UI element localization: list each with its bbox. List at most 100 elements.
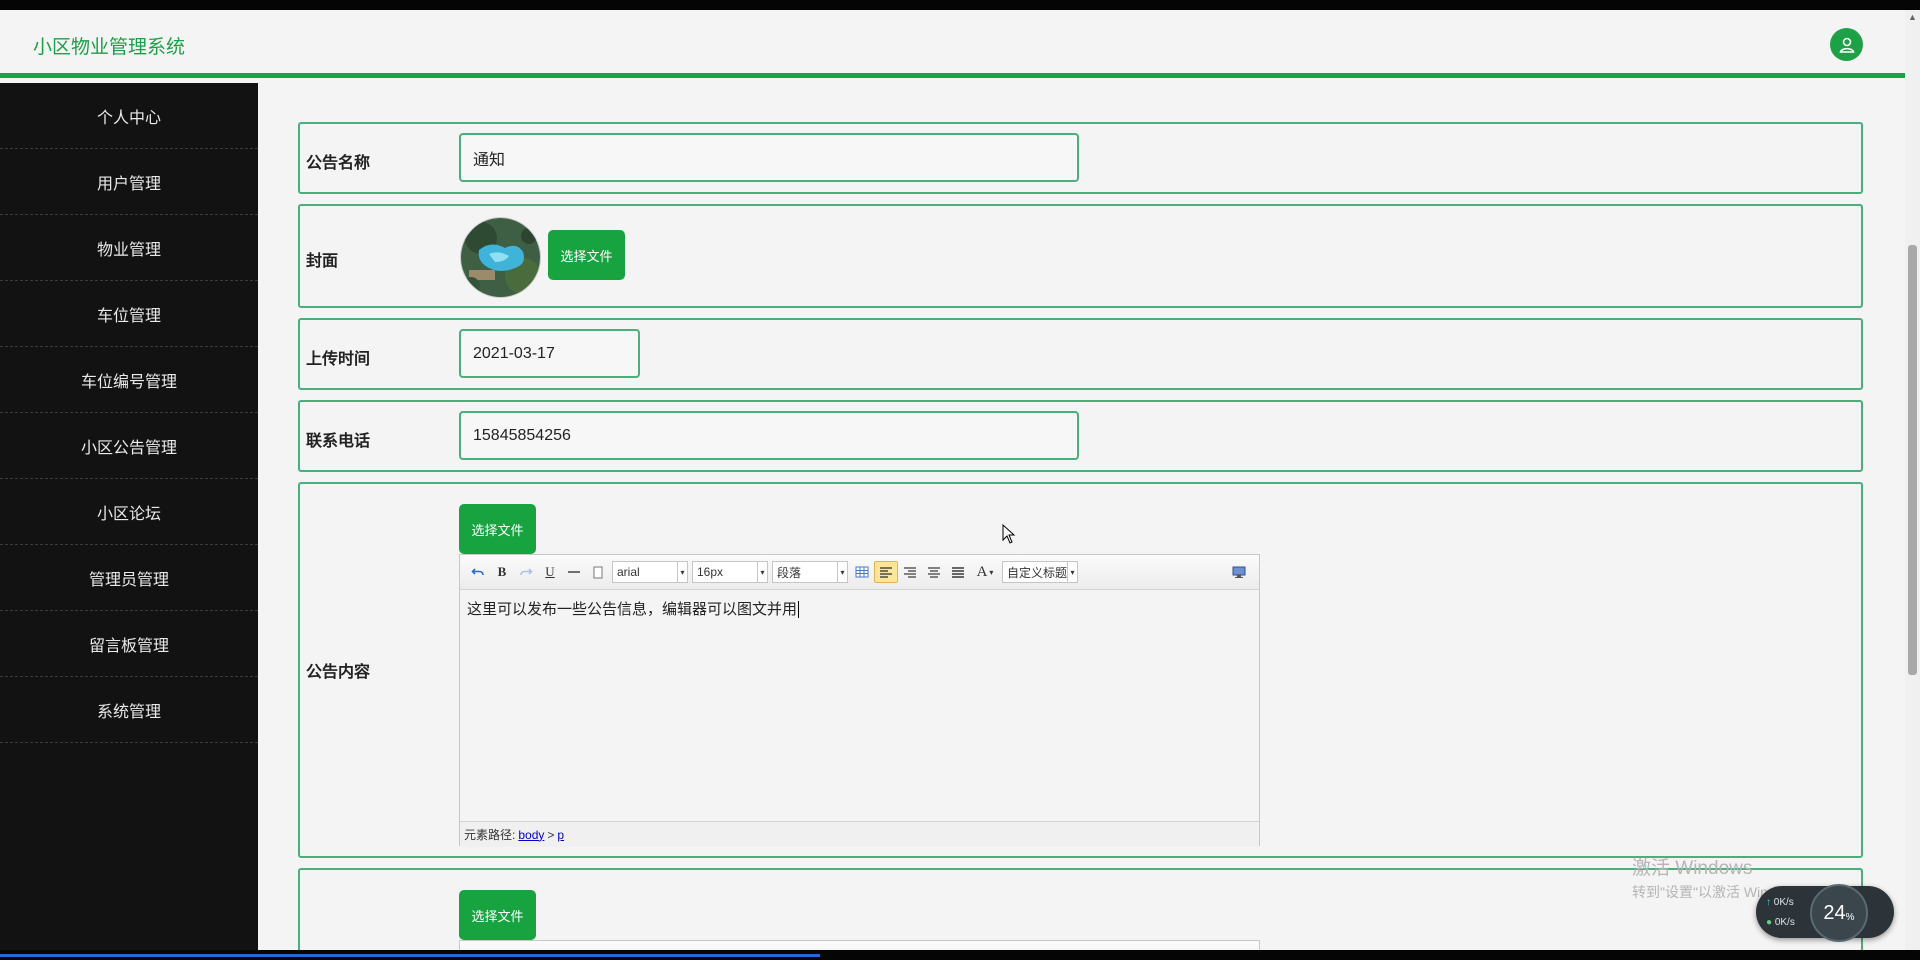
table-button[interactable] [850, 561, 874, 583]
download-arrow-icon: ● [1766, 917, 1773, 928]
font-size-select[interactable]: 16px ▾ [692, 561, 768, 583]
header: 小区物业管理系统 [0, 10, 1905, 78]
sidebar-item-label: 小区论坛 [96, 505, 161, 523]
align-right-icon [904, 567, 916, 578]
form-row-next: 选择文件 [298, 868, 1863, 950]
scroll-up-icon[interactable]: ▲ [1908, 12, 1917, 22]
sidebar-item-property-management[interactable]: 物业管理 [0, 215, 258, 281]
sidebar-item-label: 个人中心 [96, 109, 161, 127]
sidebar-item-label: 小区公告管理 [80, 439, 177, 457]
chevron-down-icon: ▾ [677, 562, 687, 582]
sidebar-item-user-management[interactable]: 用户管理 [0, 149, 258, 215]
content-choose-file-button[interactable]: 选择文件 [459, 504, 536, 554]
sidebar-item-system-management[interactable]: 系统管理 [0, 677, 258, 743]
align-right-button[interactable] [898, 561, 922, 583]
font-color-button[interactable]: A ▾ [970, 561, 1000, 583]
cover-choose-file-button[interactable]: 选择文件 [548, 230, 625, 280]
upload-arrow-icon: ↑ [1766, 897, 1771, 908]
taskbar-progress-line [0, 954, 820, 957]
paste-button[interactable] [586, 561, 610, 583]
fullscreen-button[interactable] [1227, 561, 1251, 583]
editor-content-area[interactable]: 这里可以发布一些公告信息，编辑器可以图文并用 [460, 590, 1259, 821]
redo-button[interactable] [514, 561, 538, 583]
top-black-strip [0, 0, 1920, 10]
chevron-down-icon: ▾ [757, 562, 767, 582]
undo-button[interactable] [466, 561, 490, 583]
justify-button[interactable] [946, 561, 970, 583]
element-path-body-link[interactable]: body [518, 828, 544, 842]
form-row-upload-time: 上传时间 2021-03-17 [298, 318, 1863, 390]
underline-button[interactable]: U [538, 561, 562, 583]
avatar[interactable] [1830, 28, 1863, 61]
cover-image [460, 217, 541, 298]
sidebar: 个人中心 用户管理 物业管理 车位管理 车位编号管理 小区公告管理 小区论坛 管… [0, 83, 258, 950]
horizontal-rule-button[interactable] [562, 561, 586, 583]
app-title: 小区物业管理系统 [33, 37, 186, 58]
redo-icon [520, 568, 533, 576]
cover-label: 封面 [306, 253, 339, 270]
element-path-prefix: 元素路径: [464, 828, 516, 842]
paste-icon [593, 566, 603, 579]
align-left-icon [880, 567, 892, 578]
download-speed: ● 0K/s [1766, 917, 1795, 928]
sidebar-item-label: 物业管理 [96, 241, 161, 259]
next-choose-file-button[interactable]: 选择文件 [459, 890, 536, 940]
phone-input[interactable]: 15845854256 [459, 411, 1079, 460]
upload-time-label: 上传时间 [306, 351, 371, 368]
sidebar-item-announcement-management[interactable]: 小区公告管理 [0, 413, 258, 479]
content-label: 公告内容 [306, 664, 371, 681]
memory-usage-gauge[interactable]: 24% [1810, 884, 1868, 942]
form-row-cover: 封面 选择文件 [298, 204, 1863, 308]
sidebar-item-label: 系统管理 [96, 703, 161, 721]
fullscreen-icon [1232, 566, 1246, 578]
user-icon [1839, 37, 1854, 53]
bold-button[interactable]: B [490, 561, 514, 583]
table-icon [855, 566, 869, 578]
phone-label: 联系电话 [306, 433, 371, 450]
page-scrollbar[interactable]: ▲ [1905, 10, 1920, 950]
form-row-content: 公告内容 选择文件 B U arial ▾ 16px ▾ 段落 ▾ A ▾ 自定… [298, 482, 1863, 858]
mouse-cursor-icon [1002, 524, 1016, 544]
sidebar-item-parking-management[interactable]: 车位管理 [0, 281, 258, 347]
paragraph-select[interactable]: 段落 ▾ [772, 561, 848, 583]
sidebar-item-label: 车位管理 [96, 307, 161, 325]
justify-icon [952, 567, 964, 578]
align-center-icon [928, 567, 940, 578]
sidebar-item-label: 管理员管理 [88, 571, 169, 589]
element-path-separator: > [547, 827, 555, 842]
upload-time-input[interactable]: 2021-03-17 [459, 329, 640, 378]
editor-text: 这里可以发布一些公告信息，编辑器可以图文并用 [467, 601, 798, 618]
element-path-p-link[interactable]: p [557, 828, 564, 842]
form-row-phone: 联系电话 15845854256 [298, 400, 1863, 472]
font-color-glyph: A [976, 563, 988, 580]
editor-toolbar-2 [460, 941, 1259, 950]
align-center-button[interactable] [922, 561, 946, 583]
form-row-name: 公告名称 通知 [298, 122, 1863, 194]
chevron-down-icon: ▾ [837, 562, 847, 582]
cover-thumbnail [461, 218, 540, 297]
sidebar-item-parking-number-management[interactable]: 车位编号管理 [0, 347, 258, 413]
sidebar-item-admin-management[interactable]: 管理员管理 [0, 545, 258, 611]
sidebar-item-label: 留言板管理 [88, 637, 169, 655]
custom-title-select[interactable]: 自定义标题 ▾ [1002, 561, 1078, 583]
scrollbar-thumb[interactable] [1908, 245, 1917, 675]
name-input[interactable]: 通知 [459, 133, 1079, 182]
main-content: 公告名称 通知 封面 选择文件 上传时间 2021-03-17 联系电话 158… [258, 83, 1905, 950]
paragraph-value: 段落 [777, 565, 802, 580]
name-label: 公告名称 [306, 155, 371, 172]
align-left-button[interactable] [874, 561, 898, 583]
custom-title-value: 自定义标题 [1007, 565, 1068, 580]
font-family-value: arial [617, 565, 640, 579]
sidebar-item-forum[interactable]: 小区论坛 [0, 479, 258, 545]
sidebar-item-message-board[interactable]: 留言板管理 [0, 611, 258, 677]
chevron-down-icon: ▾ [989, 567, 994, 577]
rich-text-editor-2 [459, 940, 1260, 950]
activation-watermark-title: 激活 Windows [1632, 858, 1753, 879]
rich-text-editor: B U arial ▾ 16px ▾ 段落 ▾ A ▾ 自定义标题 ▾ 这里可以… [459, 554, 1260, 847]
sidebar-item-label: 车位编号管理 [80, 373, 177, 391]
upload-speed: ↑ 0K/s [1766, 897, 1794, 908]
sidebar-item-personal-center[interactable]: 个人中心 [0, 83, 258, 149]
font-family-select[interactable]: arial ▾ [612, 561, 688, 583]
font-size-value: 16px [697, 565, 724, 579]
editor-status-bar: 元素路径: body > p [460, 821, 1259, 847]
